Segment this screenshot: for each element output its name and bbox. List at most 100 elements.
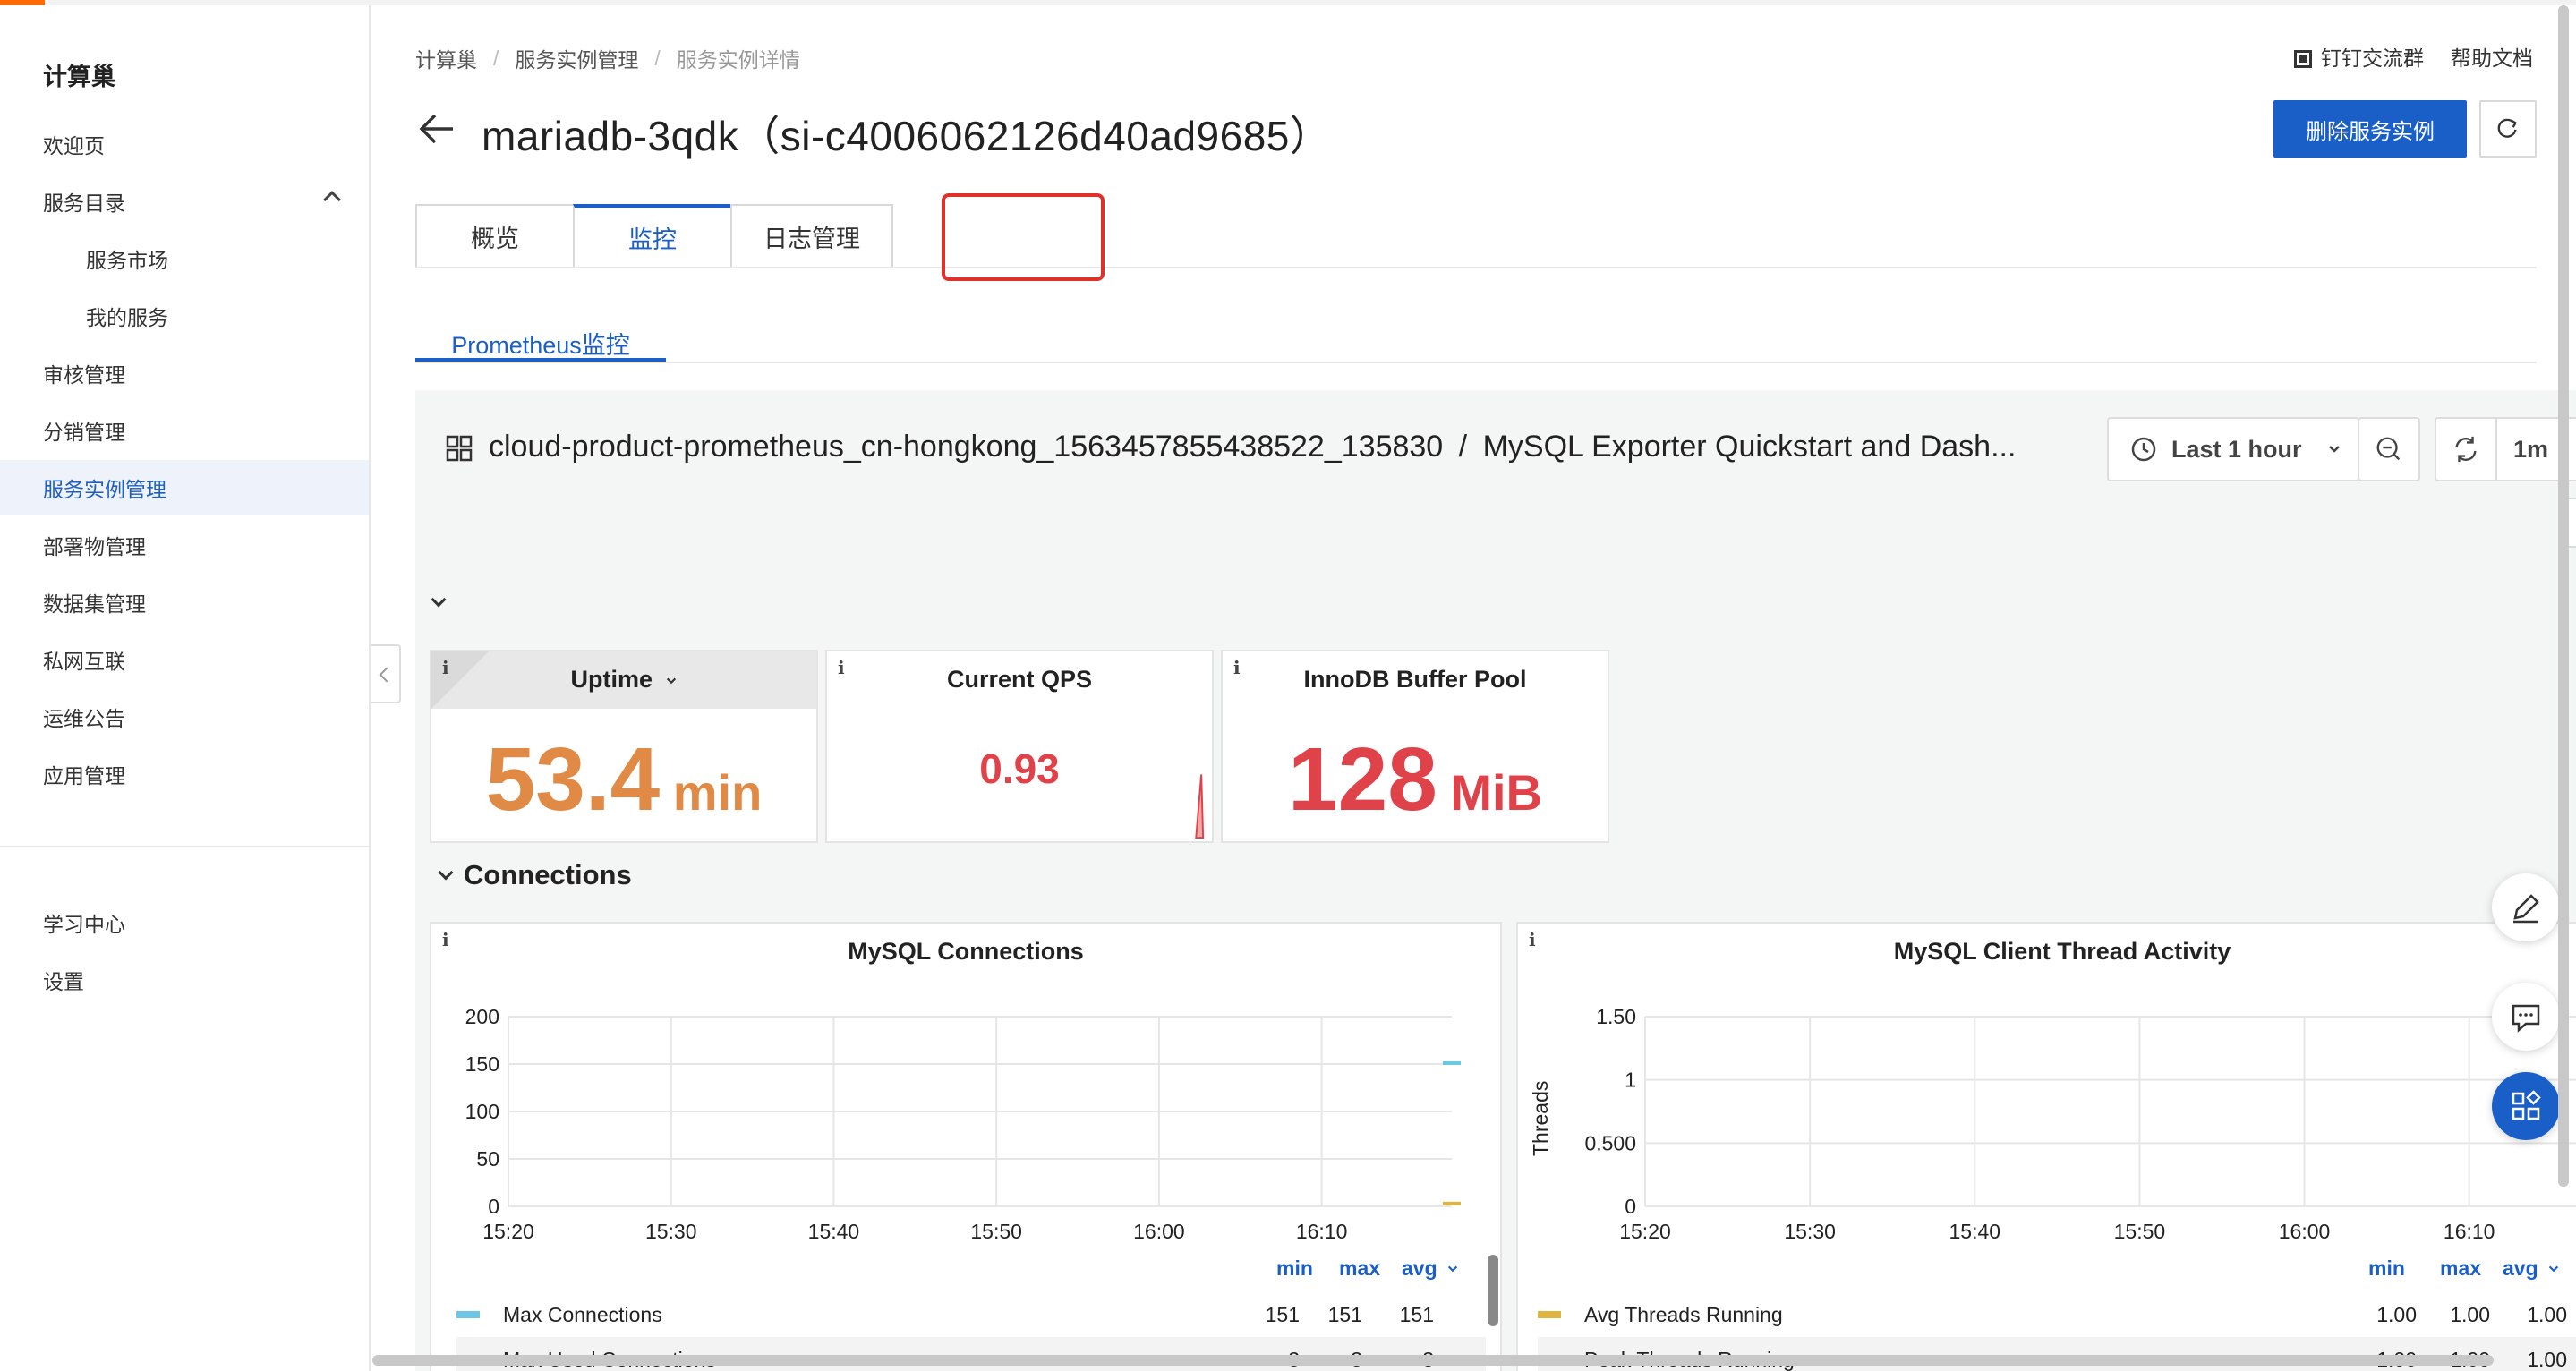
tab-bar: 概览 监控 日志管理: [415, 204, 893, 272]
legend-row[interactable]: Peak Threads Running 1.00 1.00 1.00: [1538, 1337, 2576, 1371]
row-connections[interactable]: Connections: [438, 859, 632, 891]
dashboard-refresh-button[interactable]: [2435, 417, 2497, 481]
x-tick-label: 15:40: [1949, 1220, 2000, 1243]
breadcrumb-item[interactable]: 计算巢: [415, 43, 477, 73]
buffer-pool-number: 128: [1288, 729, 1437, 830]
dashboard-title[interactable]: cloud-product-prometheus_cn-hongkong_156…: [489, 430, 2016, 464]
time-range-picker[interactable]: Last 1 hour: [2107, 417, 2359, 481]
y-tick-label: 50: [476, 1147, 499, 1171]
legend-max: 151: [1327, 1302, 1362, 1326]
sync-icon: [2455, 436, 2477, 463]
x-tick-label: 16:00: [1133, 1220, 1185, 1243]
breadcrumb-item[interactable]: 服务实例管理: [515, 43, 638, 73]
y-tick-label: 0: [1625, 1195, 1636, 1218]
innodb-buffer-pool-panel[interactable]: i InnoDB Buffer Pool 128 MiB: [1221, 650, 1609, 843]
apps-float-button[interactable]: [2492, 1072, 2560, 1140]
y-tick-label: 100: [465, 1100, 499, 1123]
chevron-down-icon: [2548, 1265, 2559, 1273]
sidebar-item-distribution[interactable]: 分销管理: [0, 403, 369, 458]
legend-min-header[interactable]: min: [2368, 1256, 2405, 1281]
dashboard-name[interactable]: MySQL Exporter Quickstart and Dash...: [1483, 430, 2017, 464]
sidebar-item-private-link[interactable]: 私网互联: [0, 632, 369, 687]
zoom-out-button[interactable]: [2358, 417, 2420, 481]
legend-min: 1.00: [2376, 1302, 2417, 1326]
sidebar-title: 计算巢: [43, 64, 115, 90]
dashboard-title-separator: /: [1458, 430, 1468, 464]
apps-grid-icon: [2512, 1090, 2541, 1120]
mysql-connections-panel[interactable]: i MySQL Connections 200 150 100 50 0 15:20 15:…: [430, 922, 1502, 1371]
current-qps-panel[interactable]: i Current QPS 0.93: [825, 650, 1214, 843]
row-collapse-chevron-icon[interactable]: [431, 592, 447, 608]
sidebar-item-review[interactable]: 审核管理: [0, 345, 369, 401]
legend-min: 151: [1265, 1302, 1300, 1326]
mysql-thread-activity-panel[interactable]: i MySQL Client Thread Activity 1.50 1 0.50…: [1516, 922, 2576, 1371]
tab-overview[interactable]: 概览: [415, 204, 575, 268]
tab-monitoring[interactable]: 监控: [573, 204, 732, 268]
edit-float-button[interactable]: [2492, 873, 2560, 941]
dashboard-grid-icon: [446, 435, 473, 462]
legend-avg: 1.00: [2527, 1302, 2567, 1326]
sidebar-item-service-market[interactable]: 服务市场: [0, 231, 369, 286]
y-axis-label: Threads: [1529, 1080, 1552, 1156]
page-title: mariadb-3qdk（si-c4006062126d40ad9685）: [482, 113, 1332, 159]
y-tick-label: 0.500: [1584, 1131, 1636, 1154]
legend-avg-header[interactable]: avg: [1402, 1256, 1459, 1281]
buffer-pool-value: 128 MiB: [1223, 728, 1608, 831]
subtab-baseline: [415, 362, 2537, 363]
grafana-dashboard: cloud-product-prometheus_cn-hongkong_156…: [415, 390, 2576, 1371]
legend-row[interactable]: Max Used Connections 3 3 3: [456, 1337, 1486, 1371]
legend-row[interactable]: Max Connections 151 151 151: [456, 1292, 1486, 1337]
y-tick-label: 0: [488, 1195, 499, 1218]
tab-log-management[interactable]: 日志管理: [730, 204, 893, 268]
sidebar-item-announcements[interactable]: 运维公告: [0, 689, 369, 745]
x-tick-label: 15:20: [482, 1220, 534, 1243]
uptime-panel[interactable]: i Uptime 53.4 min: [430, 650, 818, 843]
sidebar-item-artifacts[interactable]: 部署物管理: [0, 517, 369, 573]
chevron-down-icon: [666, 677, 676, 685]
back-arrow-icon[interactable]: [417, 111, 456, 147]
uptime-number: 53.4: [485, 729, 661, 830]
horizontal-scrollbar[interactable]: [372, 1355, 2494, 1366]
x-tick-label: 15:30: [1784, 1220, 1836, 1243]
breadcrumb: 计算巢 / 服务实例管理 / 服务实例详情: [415, 43, 800, 73]
legend-avg-label: avg: [2503, 1256, 2538, 1280]
top-links: 钉钉交流群 帮助文档: [2294, 41, 2533, 72]
main-content: 计算巢 / 服务实例管理 / 服务实例详情 钉钉交流群 帮助文档 mariadb…: [372, 5, 2576, 1371]
refresh-button[interactable]: [2479, 100, 2537, 158]
legend-max-header[interactable]: max: [2440, 1256, 2481, 1281]
breadcrumb-current: 服务实例详情: [676, 48, 800, 72]
legend-swatch: [1538, 1311, 1561, 1318]
feedback-float-button[interactable]: [2492, 983, 2560, 1051]
legend-avg: 151: [1399, 1302, 1434, 1326]
row-title-label: Connections: [464, 859, 632, 890]
refresh-interval-label: 1m: [2513, 435, 2549, 463]
uptime-unit: min: [672, 764, 763, 821]
legend-row[interactable]: Avg Threads Running 1.00 1.00 1.00: [1538, 1292, 2576, 1337]
pencil-icon: [2513, 894, 2539, 924]
legend-min-header[interactable]: min: [1276, 1256, 1313, 1281]
sidebar-item-app-management[interactable]: 应用管理: [0, 746, 369, 802]
sidebar-item-service-instances[interactable]: 服务实例管理: [0, 460, 369, 515]
x-tick-label: 16:10: [1296, 1220, 1348, 1243]
x-tick-label: 16:00: [2279, 1220, 2331, 1243]
dashboard-folder[interactable]: cloud-product-prometheus_cn-hongkong_156…: [489, 430, 1443, 464]
sidebar-item-my-services[interactable]: 我的服务: [0, 288, 369, 344]
sidebar-item-welcome[interactable]: 欢迎页: [0, 116, 369, 172]
legend-scrollbar[interactable]: [1488, 1255, 1498, 1326]
buffer-pool-unit: MiB: [1450, 764, 1542, 821]
vertical-scrollbar[interactable]: [2558, 5, 2569, 1187]
help-docs-link[interactable]: 帮助文档: [2451, 41, 2533, 72]
sidebar-item-learning[interactable]: 学习中心: [0, 895, 369, 950]
legend-avg-label: avg: [1402, 1256, 1437, 1280]
sidebar-item-service-catalog[interactable]: 服务目录: [0, 174, 369, 229]
dingtalk-link[interactable]: 钉钉交流群: [2294, 41, 2424, 72]
x-tick-label: 16:10: [2444, 1220, 2495, 1243]
uptime-title[interactable]: Uptime: [431, 666, 816, 694]
zoom-out-icon: [2376, 437, 2401, 461]
legend-avg-header[interactable]: avg: [2503, 1256, 2560, 1281]
sidebar-item-datasets[interactable]: 数据集管理: [0, 575, 369, 630]
chevron-up-icon: [323, 191, 341, 209]
delete-instance-button[interactable]: 删除服务实例: [2273, 100, 2467, 158]
legend-max-header[interactable]: max: [1339, 1256, 1380, 1281]
sidebar-item-settings[interactable]: 设置: [0, 952, 369, 1008]
